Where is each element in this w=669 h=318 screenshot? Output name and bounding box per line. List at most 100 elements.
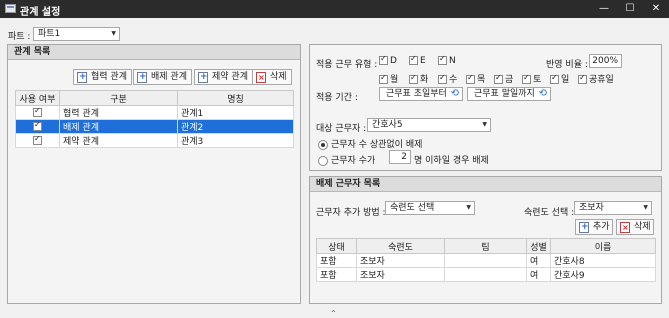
team-cell[interactable]	[444, 267, 527, 282]
weekday-sun-checkbox[interactable]: 일	[550, 72, 569, 85]
excluded-workers-title: 배제 근무자 목록	[310, 177, 661, 192]
shift-e-checkbox[interactable]: E	[409, 54, 426, 66]
splitter-grip-icon[interactable]: ⌃	[330, 309, 337, 318]
checkbox-icon	[409, 54, 418, 65]
col-used[interactable]: 사용 여부	[15, 90, 60, 106]
count-input[interactable]: 2	[389, 150, 411, 164]
shift-n-checkbox[interactable]: N	[438, 54, 456, 66]
period-end-button[interactable]: 근무표 말일까지 ⟲	[467, 87, 551, 101]
col-name[interactable]: 이름	[550, 238, 656, 254]
apply-ratio-input[interactable]: 200%	[589, 54, 622, 68]
add-method-label: 근무자 추가 방법 :	[316, 208, 386, 218]
minimize-button[interactable]: —	[591, 1, 617, 17]
excluded-workers-table: 상태 숙련도 팀 성별 이름 포함 조보자 여 간호사8 포함 조보자 여 간호…	[316, 238, 656, 282]
type-cell[interactable]: 협력 관계	[59, 105, 178, 120]
table-row[interactable]: 포함 조보자 여 간호사8	[316, 253, 656, 268]
add-worker-button[interactable]: 추가	[575, 219, 613, 235]
skill-select[interactable]: 조보자 ▼	[574, 201, 652, 215]
name-cell[interactable]: 관계2	[177, 119, 294, 134]
chevron-down-icon: ▼	[111, 30, 116, 37]
weekday-label: 월	[390, 75, 399, 85]
close-button[interactable]: ✕	[643, 1, 669, 17]
shift-d-checkbox[interactable]: D	[379, 54, 397, 66]
excluded-table-header: 상태 숙련도 팀 성별 이름	[316, 238, 656, 254]
radio-count[interactable]: 근무자 수가	[318, 153, 375, 166]
type-cell[interactable]: 배제 관계	[59, 119, 178, 134]
used-checkbox[interactable]	[33, 135, 42, 145]
title-bar: 관계 설정 — ☐ ✕	[0, 0, 669, 18]
target-worker-select[interactable]: 간호사5 ▼	[367, 118, 491, 132]
add-restrict-button[interactable]: 제약 관계	[194, 69, 253, 85]
add-doc-icon	[579, 220, 589, 234]
delete-relation-button[interactable]: 삭제	[252, 69, 292, 85]
checkbox-icon	[466, 73, 475, 84]
weekday-tue-checkbox[interactable]: 화	[409, 72, 428, 85]
col-skill[interactable]: 숙련도	[356, 238, 445, 254]
weekday-label: 일	[561, 75, 570, 85]
app-icon	[5, 4, 16, 13]
delete-worker-button[interactable]: 삭제	[616, 219, 654, 235]
weekday-thu-checkbox[interactable]: 목	[466, 72, 485, 85]
status-cell[interactable]: 포함	[316, 267, 357, 282]
type-cell[interactable]: 제약 관계	[59, 133, 178, 148]
radio-unrelated-label: 근무자 수 상관없이 배제	[331, 140, 423, 150]
add-doc-icon	[137, 70, 147, 84]
col-type[interactable]: 구분	[59, 90, 178, 106]
used-cell[interactable]	[15, 133, 60, 148]
refresh-icon: ⟲	[538, 88, 547, 99]
delete-doc-icon	[256, 71, 266, 85]
col-gender[interactable]: 성별	[526, 238, 551, 254]
weekday-holiday-checkbox[interactable]: 공휴일	[578, 72, 614, 85]
name-cell[interactable]: 간호사9	[550, 267, 656, 282]
col-status[interactable]: 상태	[316, 238, 357, 254]
weekday-fri-checkbox[interactable]: 금	[494, 72, 513, 85]
add-method-select[interactable]: 숙련도 선택 ▼	[385, 201, 475, 215]
add-cooperate-button[interactable]: 협력 관계	[73, 69, 132, 85]
period-start-label: 근무표 초일부터	[386, 89, 447, 99]
table-row[interactable]: 포함 조보자 여 간호사9	[316, 267, 656, 282]
team-cell[interactable]	[444, 253, 527, 268]
used-cell[interactable]	[15, 119, 60, 134]
table-row-selected[interactable]: 배제 관계 관계2	[15, 119, 294, 134]
name-cell[interactable]: 관계1	[177, 105, 294, 120]
delete-worker-label: 삭제	[634, 222, 651, 232]
maximize-button[interactable]: ☐	[617, 1, 643, 17]
radio-unrelated[interactable]: 근무자 수 상관없이 배제	[318, 137, 422, 150]
count-suffix-label: 명 이하일 경우 배제	[414, 156, 489, 166]
weekday-wed-checkbox[interactable]: 수	[438, 72, 457, 85]
excluded-workers-panel: 배제 근무자 목록 근무자 추가 방법 : 숙련도 선택 ▼ 숙련도 선택 : …	[309, 176, 662, 304]
name-cell[interactable]: 관계3	[177, 133, 294, 148]
weekday-mon-checkbox[interactable]: 월	[379, 72, 398, 85]
delete-doc-icon	[620, 221, 630, 235]
window-title: 관계 설정	[20, 7, 61, 18]
weekday-sat-checkbox[interactable]: 토	[522, 72, 541, 85]
add-exclude-button[interactable]: 배제 관계	[133, 69, 192, 85]
delete-relation-label: 삭제	[270, 72, 287, 82]
table-row[interactable]: 제약 관계 관계3	[15, 133, 294, 148]
name-cell[interactable]: 간호사8	[550, 253, 656, 268]
period-start-button[interactable]: 근무표 초일부터 ⟲	[379, 87, 463, 101]
checkbox-icon	[438, 73, 447, 84]
gender-cell[interactable]: 여	[526, 267, 551, 282]
part-select[interactable]: 파트1 ▼	[33, 27, 120, 41]
used-cell[interactable]	[15, 105, 60, 120]
relation-list-title: 관계 목록	[8, 45, 300, 60]
shift-type-label: 적용 근무 유형 :	[316, 60, 378, 70]
used-checkbox[interactable]	[33, 107, 42, 117]
col-team[interactable]: 팀	[444, 238, 527, 254]
gender-cell[interactable]: 여	[526, 253, 551, 268]
weekday-label: 수	[449, 75, 458, 85]
shift-d-label: D	[390, 56, 397, 66]
relation-settings-panel: 적용 근무 유형 : D E N 반영 비율 : 200% 월 화 수 목 금 …	[309, 44, 662, 171]
status-cell[interactable]: 포함	[316, 253, 357, 268]
table-row[interactable]: 협력 관계 관계1	[15, 105, 294, 120]
used-checkbox[interactable]	[33, 121, 42, 131]
skill-cell[interactable]: 조보자	[356, 267, 445, 282]
checkbox-icon	[550, 73, 559, 84]
skill-cell[interactable]: 조보자	[356, 253, 445, 268]
col-name[interactable]: 명칭	[177, 90, 294, 106]
target-worker-value: 간호사5	[372, 120, 403, 130]
checkbox-icon	[379, 54, 388, 65]
weekday-label: 공휴일	[589, 75, 614, 85]
period-label: 적용 기간 :	[316, 93, 358, 103]
